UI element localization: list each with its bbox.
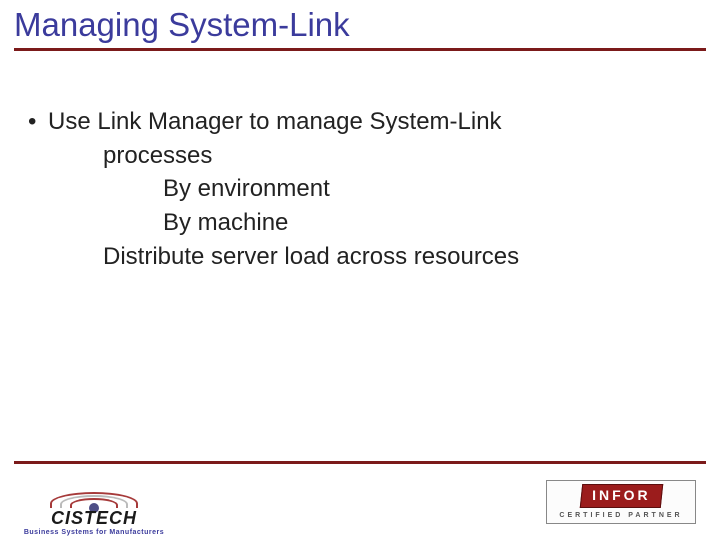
bullet-dot-icon: • (28, 106, 36, 138)
infor-brand-text: INFOR (592, 487, 651, 503)
slide-title: Managing System-Link (14, 6, 706, 46)
slide: Managing System-Link • Use Link Manager … (0, 0, 720, 540)
bullet-level2: processes (48, 140, 692, 172)
infor-logo: INFOR CERTIFIED PARTNER (546, 480, 696, 524)
title-underline (14, 48, 706, 51)
bullet-level2: Distribute server load across resources (48, 241, 692, 273)
bullet-level3: By environment (48, 173, 692, 205)
bullet-level1: • Use Link Manager to manage System-Link… (28, 106, 692, 272)
cistech-logo: CISTECH Business Systems for Manufacture… (24, 492, 184, 528)
body-content: • Use Link Manager to manage System-Link… (28, 106, 692, 284)
infor-slab-icon: INFOR (579, 484, 662, 508)
bullet-text: Use Link Manager to manage System-Link (48, 108, 502, 135)
cistech-tagline: Business Systems for Manufacturers (14, 529, 174, 536)
footer: CISTECH Business Systems for Manufacture… (14, 475, 706, 530)
cistech-brand-text: CISTECH (24, 508, 164, 529)
bullet-level3: By machine (48, 207, 692, 239)
cistech-arc-icon: CISTECH Business Systems for Manufacture… (24, 492, 164, 528)
footer-divider (14, 461, 706, 464)
title-block: Managing System-Link (14, 6, 706, 51)
infor-tagline: CERTIFIED PARTNER (553, 512, 689, 519)
